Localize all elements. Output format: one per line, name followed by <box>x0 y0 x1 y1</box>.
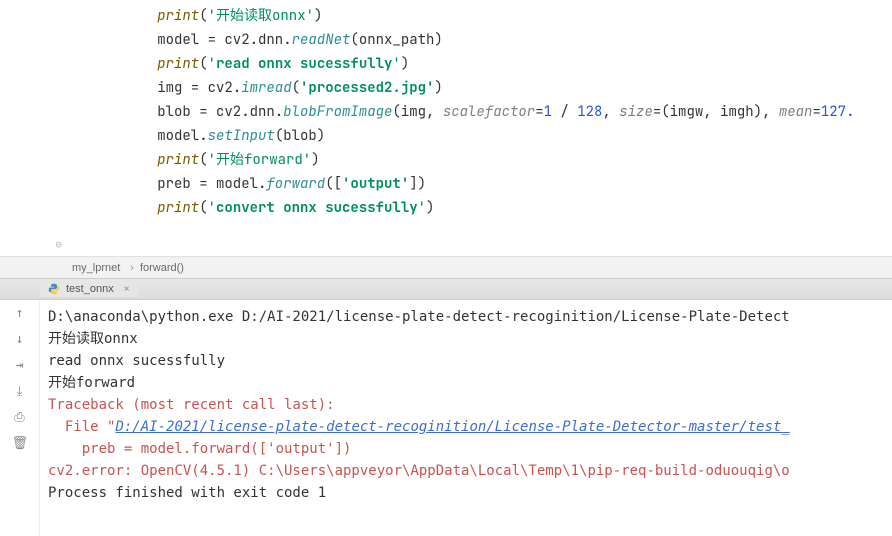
code-area[interactable]: print('开始读取onnx') model = cv2.dnn.readNe… <box>70 0 892 256</box>
breadcrumb-item[interactable]: forward() <box>140 262 184 274</box>
console-line: 开始forward <box>48 372 884 394</box>
code-line[interactable]: print('read onnx sucessfully') <box>90 52 892 76</box>
console-line: Process finished with exit code 1 <box>48 482 884 504</box>
breadcrumb-item[interactable]: my_lprnet <box>72 262 120 274</box>
arrow-up-icon[interactable]: ↑ <box>12 306 28 322</box>
console-line: preb = model.forward(['output']) <box>48 438 884 460</box>
code-line[interactable]: print('convert onnx sucessfully') <box>90 196 892 220</box>
breadcrumb: my_lprnet › forward() <box>0 256 892 278</box>
close-icon[interactable]: × <box>124 284 130 295</box>
code-line[interactable]: model = cv2.dnn.readNet(onnx_path) <box>90 28 892 52</box>
run-tab[interactable]: test_onnx × <box>40 281 138 297</box>
code-line[interactable]: img = cv2.imread('processed2.jpg') <box>90 76 892 100</box>
run-tool-window-tabs: test_onnx × <box>0 278 892 300</box>
arrow-down-icon[interactable]: ↓ <box>12 332 28 348</box>
python-file-icon <box>48 283 60 295</box>
console-line: read onnx sucessfully <box>48 350 884 372</box>
wrap-icon[interactable]: ⇥ <box>12 358 28 374</box>
editor-gutter: ⊖ <box>0 0 70 256</box>
console-line: D:\anaconda\python.exe D:/AI-2021/licens… <box>48 306 884 328</box>
console-line: 开始读取onnx <box>48 328 884 350</box>
fold-toggle-icon[interactable]: ⊖ <box>55 238 62 251</box>
console-line: File "D:/AI-2021/license-plate-detect-re… <box>48 416 884 438</box>
print-icon[interactable]: ⎙ <box>12 410 28 426</box>
console-line: cv2.error: OpenCV(4.5.1) C:\Users\appvey… <box>48 460 884 482</box>
trash-icon[interactable]: 🗑 <box>12 436 28 452</box>
console-toolbar: ↑ ↓ ⇥ ⤓ ⎙ 🗑 <box>0 300 40 536</box>
scroll-to-end-icon[interactable]: ⤓ <box>12 384 28 400</box>
console-line: Traceback (most recent call last): <box>48 394 884 416</box>
console-output[interactable]: D:\anaconda\python.exe D:/AI-2021/licens… <box>40 300 892 536</box>
run-tool-window: ↑ ↓ ⇥ ⤓ ⎙ 🗑 D:\anaconda\python.exe D:/AI-2021… <box>0 300 892 536</box>
code-editor[interactable]: ⊖ print('开始读取onnx') model = cv2.dnn.read… <box>0 0 892 256</box>
code-line[interactable]: model.setInput(blob) <box>90 124 892 148</box>
chevron-right-icon: › <box>130 262 134 274</box>
run-tab-label: test_onnx <box>66 283 114 295</box>
code-line[interactable]: blob = cv2.dnn.blobFromImage(img, scalef… <box>90 100 892 124</box>
code-line[interactable]: print('开始读取onnx') <box>90 4 892 28</box>
code-line[interactable]: preb = model.forward(['output']) <box>90 172 892 196</box>
code-line[interactable]: print('开始forward') <box>90 148 892 172</box>
file-link[interactable]: D:/AI-2021/license-plate-detect-recogini… <box>115 419 789 435</box>
